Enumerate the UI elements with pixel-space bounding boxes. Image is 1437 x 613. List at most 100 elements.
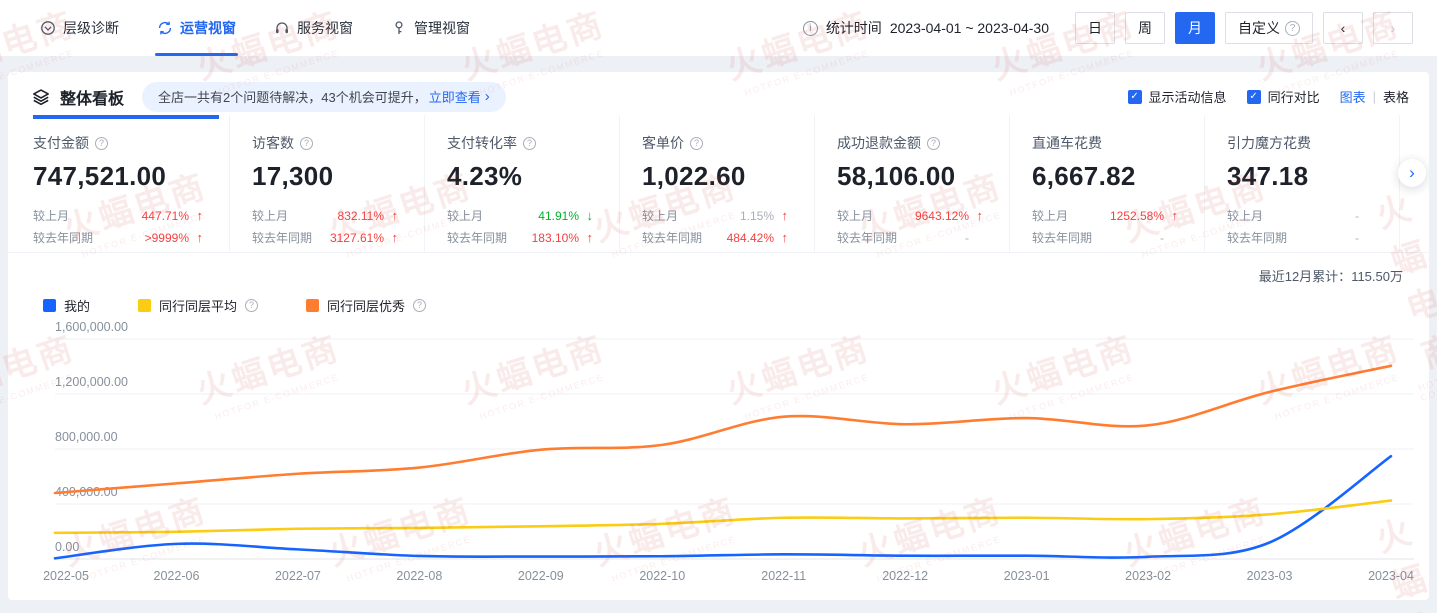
metric-title: 直通车花费 (1032, 133, 1102, 153)
metric-card-conversion-rate[interactable]: 支付转化率? 4.23% 较上月41.91%↓ 较去年同期183.10%↑ (425, 115, 620, 252)
compare-row: 较去年同期- (837, 229, 983, 246)
sync-icon (157, 20, 173, 36)
metric-title: 引力魔方花费 (1227, 133, 1311, 153)
legend-label: 我的 (64, 296, 90, 315)
chart-legend: 我的 ? 同行同层平均 ? 同行同层优秀 ? (43, 296, 1429, 315)
peer-compare-checkbox[interactable]: ✓ 同行对比 (1247, 87, 1320, 106)
metric-cards-row: 支付金额? 747,521.00 较上月447.71%↑ 较去年同期>9999%… (8, 115, 1429, 253)
info-icon: i (803, 21, 818, 36)
metric-card-ztc-spend[interactable]: 直通车花费? 6,667.82 较上月1252.58%↑ 较去年同期- (1010, 115, 1205, 252)
summary-label: 最近12月累计： (1259, 269, 1351, 284)
view-table-option[interactable]: 表格 (1383, 87, 1409, 106)
checkbox-label: 同行对比 (1268, 87, 1320, 106)
next-period-button[interactable]: › (1373, 12, 1413, 44)
topbar-controls: i 统计时间 2023-04-01 ~ 2023-04-30 日 周 月 自定义… (803, 12, 1413, 44)
metric-card-payment-amount[interactable]: 支付金额? 747,521.00 较上月447.71%↑ 较去年同期>9999%… (8, 115, 230, 252)
legend-label: 同行同层平均 (159, 296, 237, 315)
x-axis-label: 2022-12 (882, 569, 928, 583)
key-icon (391, 20, 407, 36)
prev-period-button[interactable]: ‹ (1323, 12, 1363, 44)
board-header: 整体看板 全店一共有2个问题待解决，43个机会可提升， 立即查看 › ✓ 显示活… (8, 72, 1429, 115)
compare-row: 较上月1.15%↑ (642, 207, 788, 224)
metric-card-avg-order-value[interactable]: 客单价? 1,022.60 较上月1.15%↑ 较去年同期484.42%↑ (620, 115, 815, 252)
y-axis-label: 1,600,000.00 (55, 320, 128, 334)
legend-label: 同行同层优秀 (327, 296, 405, 315)
show-activity-checkbox[interactable]: ✓ 显示活动信息 (1128, 87, 1227, 106)
x-axis-label: 2023-01 (1004, 569, 1050, 583)
trend-arrow: ↑ (774, 208, 788, 223)
legend-item-peer-average[interactable]: 同行同层平均 ? (138, 296, 258, 315)
legend-item-peer-excellent[interactable]: 同行同层优秀 ? (306, 296, 426, 315)
compare-row: 较去年同期183.10%↑ (447, 229, 593, 246)
tab-label: 层级诊断 (63, 18, 119, 38)
help-icon[interactable]: ? (300, 137, 313, 150)
trend-arrow: ↑ (189, 230, 203, 245)
tab-label: 管理视窗 (414, 18, 470, 38)
legend-swatch (43, 299, 56, 312)
metric-value: 58,106.00 (837, 161, 983, 192)
top-navigation-bar: 层级诊断 运营视窗 服务视窗 管理视窗 i 统计时间 2023-04-01 ~ … (0, 0, 1437, 56)
metric-value: 747,521.00 (33, 161, 203, 192)
metric-value: 17,300 (252, 161, 398, 192)
help-icon[interactable]: ? (245, 299, 258, 312)
compare-row: 较上月41.91%↓ (447, 207, 593, 224)
checkbox-checked-icon[interactable]: ✓ (1247, 90, 1261, 104)
trend-chart: 0.00400,000.00800,000.001,200,000.001,60… (8, 319, 1429, 591)
legend-swatch (138, 299, 151, 312)
custom-range-label: 自定义 (1238, 18, 1280, 38)
chevron-right-icon: › (1391, 20, 1396, 36)
range-day-button[interactable]: 日 (1075, 12, 1115, 44)
tab-label: 服务视窗 (297, 18, 353, 38)
tab-operation-view[interactable]: 运营视窗 (157, 0, 236, 56)
metric-card-ylmf-spend[interactable]: 引力魔方花费? 347.18 较上月- 较去年同期- (1205, 115, 1400, 252)
tab-service-view[interactable]: 服务视窗 (274, 0, 353, 56)
stat-time-value: 2023-04-01 ~ 2023-04-30 (890, 20, 1049, 36)
cards-scroll-next-button[interactable]: › (1398, 159, 1426, 187)
compare-row: 较上月1252.58%↑ (1032, 207, 1178, 224)
help-icon[interactable]: ? (927, 137, 940, 150)
help-icon[interactable]: ? (690, 137, 703, 150)
trend-arrow: ↑ (1164, 208, 1178, 223)
metric-card-visitors[interactable]: 访客数? 17,300 较上月832.11%↑ 较去年同期3127.61%↑ (230, 115, 425, 252)
trend-arrow: ↑ (969, 208, 983, 223)
series-line-同行同层优秀 (55, 366, 1391, 493)
trend-arrow: ↑ (579, 230, 593, 245)
compare-row: 较去年同期484.42%↑ (642, 229, 788, 246)
metric-card-refund-amount[interactable]: 成功退款金额? 58,106.00 较上月9643.12%↑ 较去年同期- (815, 115, 1010, 252)
nav-tabs: 层级诊断 运营视窗 服务视窗 管理视窗 (40, 0, 470, 56)
x-axis-label: 2022-05 (43, 569, 89, 583)
view-toggle: 图表 | 表格 (1340, 87, 1409, 106)
help-icon[interactable]: ? (95, 137, 108, 150)
divider: | (1373, 89, 1376, 104)
tab-level-diagnosis[interactable]: 层级诊断 (40, 0, 119, 56)
compare-row: 较上月9643.12%↑ (837, 207, 983, 224)
help-icon[interactable]: ? (523, 137, 536, 150)
legend-item-mine[interactable]: 我的 ? (43, 296, 90, 315)
view-now-link[interactable]: 立即查看 (429, 87, 481, 106)
y-axis-label: 1,200,000.00 (55, 375, 128, 389)
x-axis-label: 2022-09 (518, 569, 564, 583)
compare-row: 较上月- (1227, 207, 1373, 224)
metric-title: 支付转化率 (447, 133, 517, 153)
tab-management-view[interactable]: 管理视窗 (391, 0, 470, 56)
help-icon: ? (1285, 21, 1300, 36)
range-custom-button[interactable]: 自定义 ? (1225, 12, 1313, 44)
help-icon[interactable]: ? (413, 299, 426, 312)
compare-row: 较上月832.11%↑ (252, 207, 398, 224)
trend-arrow: ↑ (774, 230, 788, 245)
range-week-button[interactable]: 周 (1125, 12, 1165, 44)
view-chart-option[interactable]: 图表 (1340, 87, 1366, 106)
chevron-right-icon[interactable]: › (485, 88, 490, 105)
metric-title: 成功退款金额 (837, 133, 921, 153)
trend-arrow: ↑ (189, 208, 203, 223)
range-month-button[interactable]: 月 (1175, 12, 1215, 44)
stat-time: i 统计时间 2023-04-01 ~ 2023-04-30 (803, 18, 1049, 38)
checkbox-checked-icon[interactable]: ✓ (1128, 90, 1142, 104)
metric-value: 6,667.82 (1032, 161, 1178, 192)
headset-icon (274, 20, 290, 36)
x-axis-label: 2022-07 (275, 569, 321, 583)
x-axis-label: 2023-02 (1125, 569, 1171, 583)
x-axis-label: 2022-11 (761, 569, 806, 583)
y-axis-label: 800,000.00 (55, 430, 118, 444)
trend-arrow: ↓ (579, 208, 593, 223)
